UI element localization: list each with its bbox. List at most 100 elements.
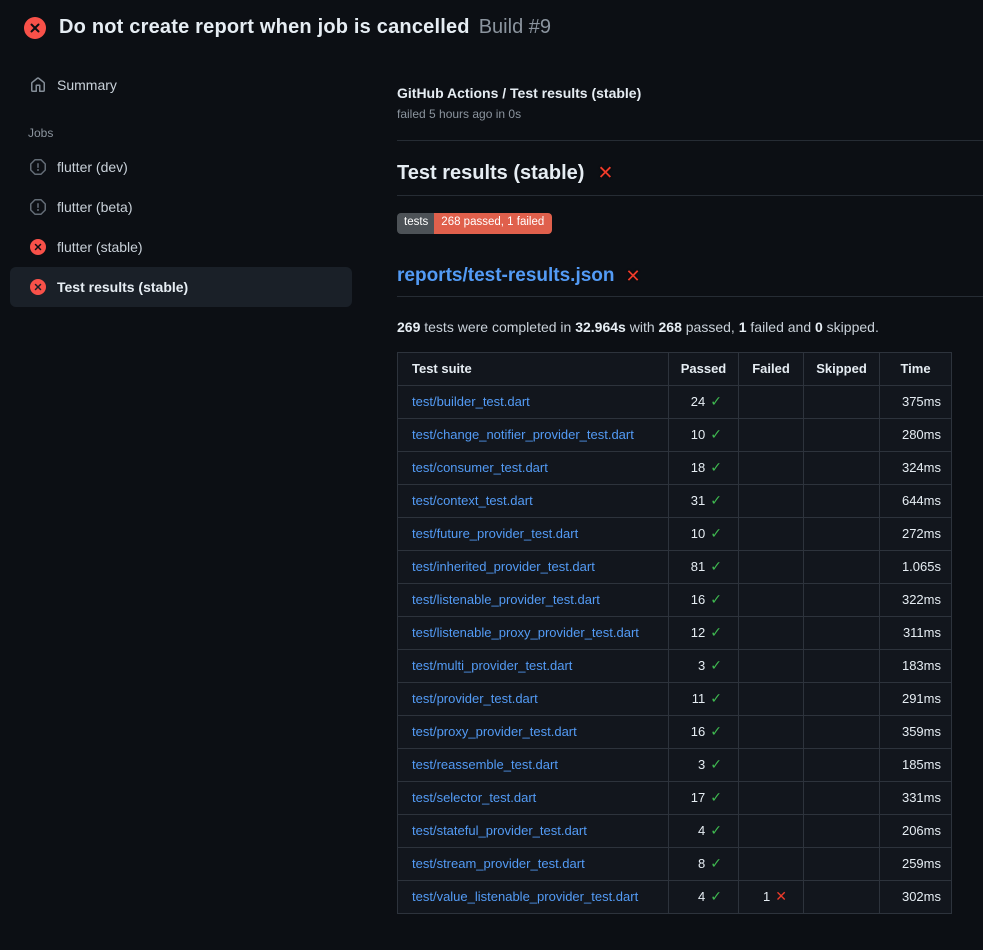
suite-link[interactable]: test/context_test.dart (412, 493, 533, 508)
time-cell: 311ms (880, 616, 952, 649)
section-title: Test results (stable) (397, 162, 584, 185)
passed-cell: 81✓ (669, 550, 739, 583)
sidebar-jobs: flutter (dev) flutter (beta) flutter (stab… (0, 147, 397, 307)
suite-cell: test/consumer_test.dart (398, 451, 669, 484)
failed-cell (739, 385, 804, 418)
build-number: Build #9 (479, 16, 551, 39)
passed-count: 4 (698, 889, 705, 904)
passed-cell: 31✓ (669, 484, 739, 517)
suite-link[interactable]: test/stateful_provider_test.dart (412, 823, 587, 838)
sidebar-item-flutter-dev[interactable]: flutter (dev) (10, 147, 352, 187)
check-icon: ✓ (710, 591, 722, 607)
passed-cell: 18✓ (669, 451, 739, 484)
suite-cell: test/multi_provider_test.dart (398, 649, 669, 682)
sidebar-item-label: flutter (beta) (57, 199, 132, 215)
suite-cell: test/context_test.dart (398, 484, 669, 517)
passed-count: 3 (698, 757, 705, 772)
passed-cell: 4✓ (669, 880, 739, 913)
skipped-cell (804, 781, 880, 814)
check-icon: ✓ (710, 657, 722, 673)
passed-cell: 12✓ (669, 616, 739, 649)
suite-link[interactable]: test/provider_test.dart (412, 691, 538, 706)
skipped-cell (804, 847, 880, 880)
report-heading: reports/test-results.json ✕ (397, 265, 983, 297)
suite-link[interactable]: test/future_provider_test.dart (412, 526, 578, 541)
failed-cell (739, 847, 804, 880)
table-row: test/provider_test.dart11✓291ms (398, 682, 952, 715)
table-header-row: Test suite Passed Failed Skipped Time (398, 352, 952, 385)
summary-text: 269 tests were completed in 32.964s with… (397, 319, 983, 335)
suite-link[interactable]: test/consumer_test.dart (412, 460, 548, 475)
failed-cell (739, 649, 804, 682)
time-cell: 183ms (880, 649, 952, 682)
sidebar: Summary Jobs flutter (dev) flutter (beta)… (0, 49, 397, 307)
time-cell: 375ms (880, 385, 952, 418)
suite-cell: test/listenable_proxy_provider_test.dart (398, 616, 669, 649)
passed-count: 10 (691, 526, 705, 541)
check-icon: ✓ (710, 723, 722, 739)
skipped-cell (804, 418, 880, 451)
passed-count: 11 (692, 691, 706, 706)
badge-value: 268 passed, 1 failed (434, 213, 552, 234)
failed-x-icon: ✕ (626, 267, 641, 285)
passed-cell: 4✓ (669, 814, 739, 847)
failed-cell (739, 550, 804, 583)
summary-number: 32.964s (575, 319, 626, 335)
suite-cell: test/stateful_provider_test.dart (398, 814, 669, 847)
sidebar-item-flutter-stable[interactable]: flutter (stable) (10, 227, 352, 267)
check-icon: ✓ (710, 756, 722, 772)
check-icon: ✓ (710, 624, 722, 640)
passed-cell: 17✓ (669, 781, 739, 814)
sidebar-item-test-results-stable[interactable]: Test results (stable) (10, 267, 352, 307)
x-icon: ✕ (775, 888, 787, 904)
status-line: failed 5 hours ago in 0s (397, 107, 983, 121)
failed-count: 1 (763, 889, 770, 904)
divider (397, 140, 983, 141)
suite-link[interactable]: test/change_notifier_provider_test.dart (412, 427, 634, 442)
skipped-cell (804, 748, 880, 781)
table-row: test/listenable_provider_test.dart16✓322… (398, 583, 952, 616)
failed-cell (739, 682, 804, 715)
sidebar-summary-label: Summary (57, 77, 117, 93)
time-cell: 1.065s (880, 550, 952, 583)
suite-link[interactable]: test/multi_provider_test.dart (412, 658, 572, 673)
x-circle-fill-icon (30, 279, 46, 295)
suite-link[interactable]: test/stream_provider_test.dart (412, 856, 585, 871)
suite-link[interactable]: test/selector_test.dart (412, 790, 536, 805)
results-table: Test suite Passed Failed Skipped Time te… (397, 352, 952, 914)
jobs-section-label: Jobs (28, 126, 397, 140)
sidebar-item-summary[interactable]: Summary (0, 65, 397, 105)
column-passed: Passed (669, 352, 739, 385)
report-file-link[interactable]: reports/test-results.json (397, 265, 615, 287)
failed-cell (739, 781, 804, 814)
table-row: test/proxy_provider_test.dart16✓359ms (398, 715, 952, 748)
suite-link[interactable]: test/listenable_proxy_provider_test.dart (412, 625, 639, 640)
time-cell: 280ms (880, 418, 952, 451)
check-icon: ✓ (710, 393, 722, 409)
failed-cell (739, 616, 804, 649)
page-header: Do not create report when job is cancell… (0, 0, 983, 49)
suite-cell: test/reassemble_test.dart (398, 748, 669, 781)
check-icon: ✓ (710, 492, 722, 508)
table-row: test/inherited_provider_test.dart 81✓ 1.06… (398, 550, 952, 583)
suite-link[interactable]: test/listenable_provider_test.dart (412, 592, 600, 607)
passed-count: 24 (691, 394, 705, 409)
time-cell: 185ms (880, 748, 952, 781)
passed-cell: 3✓ (669, 649, 739, 682)
failed-cell (739, 517, 804, 550)
suite-link[interactable]: test/reassemble_test.dart (412, 757, 558, 772)
suite-link[interactable]: test/proxy_provider_test.dart (412, 724, 577, 739)
suite-link[interactable]: test/value_listenable_provider_test.dart (412, 889, 638, 904)
sidebar-item-flutter-beta[interactable]: flutter (beta) (10, 187, 352, 227)
check-icon: ✓ (710, 690, 722, 706)
x-circle-fill-icon (24, 17, 46, 39)
suite-link[interactable]: test/builder_test.dart (412, 394, 530, 409)
skipped-cell (804, 550, 880, 583)
passed-cell: 11 ✓ (669, 682, 739, 715)
suite-cell: test/selector_test.dart (398, 781, 669, 814)
skipped-cell (804, 385, 880, 418)
table-row: test/value_listenable_provider_test.dart… (398, 880, 952, 913)
table-row: test/consumer_test.dart18✓324ms (398, 451, 952, 484)
passed-count: 16 (691, 724, 705, 739)
suite-link[interactable]: test/inherited_provider_test.dart (412, 559, 595, 574)
